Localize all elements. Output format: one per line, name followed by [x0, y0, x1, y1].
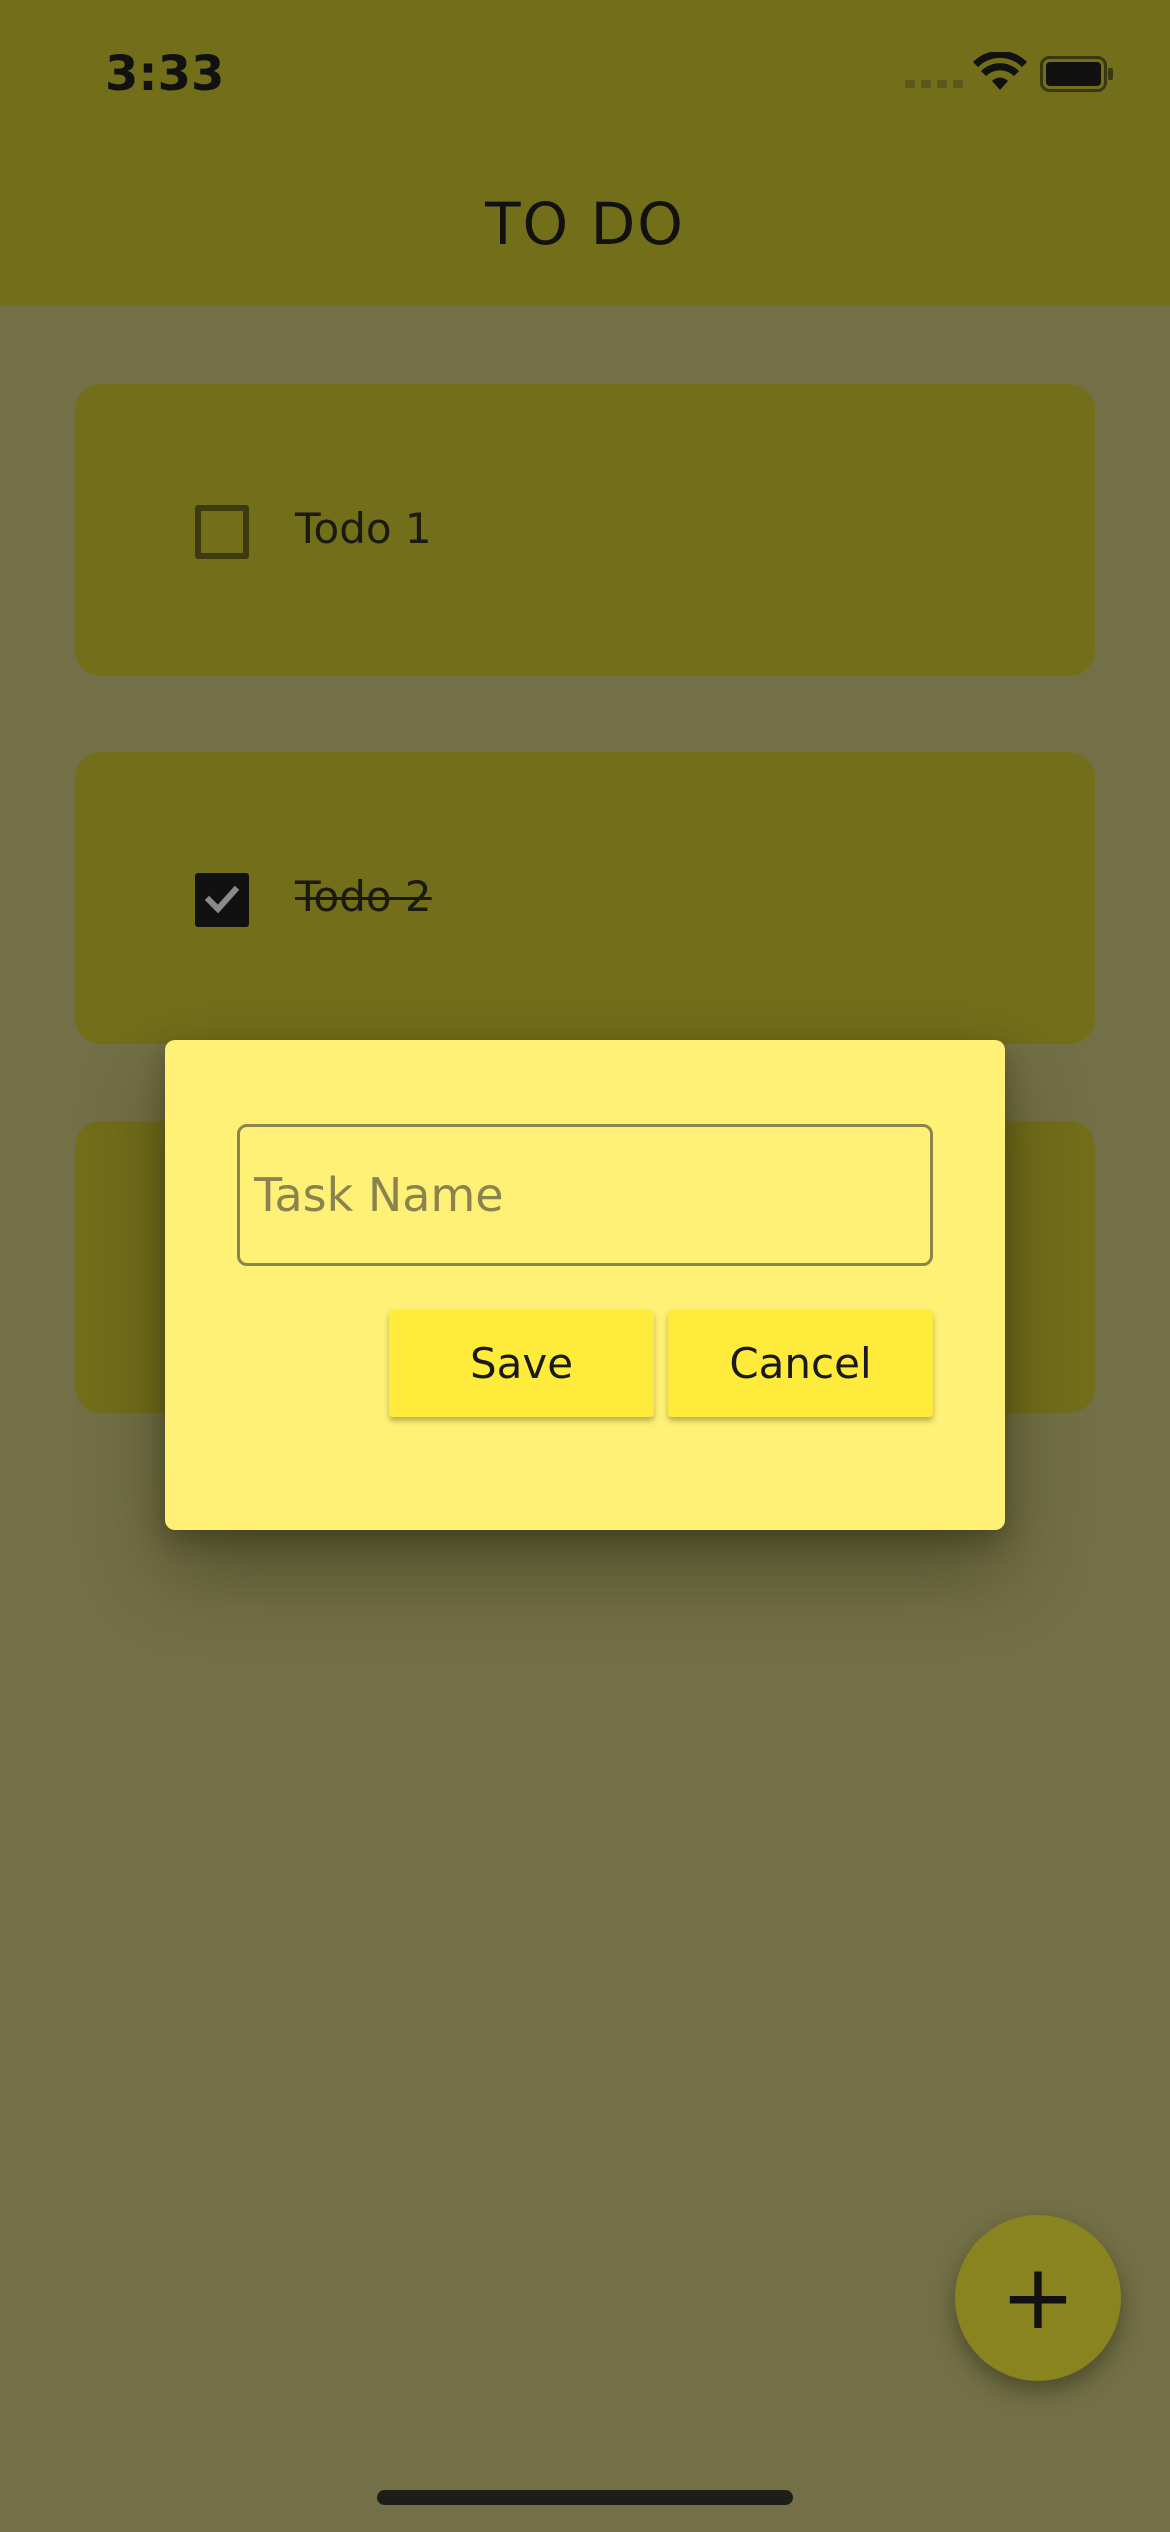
battery-icon — [1040, 56, 1113, 92]
page-title: TO DO — [485, 190, 685, 258]
add-task-dialog: Save Cancel — [165, 1040, 1005, 1530]
save-button[interactable]: Save — [389, 1310, 654, 1417]
add-task-button[interactable]: + — [955, 2215, 1121, 2381]
todo-checkbox-checked[interactable] — [195, 873, 249, 927]
wifi-icon — [973, 52, 1027, 90]
todo-checkbox[interactable] — [195, 505, 249, 559]
app-bar: 3:33 TO DO — [0, 0, 1170, 306]
cellular-signal-icon — [905, 80, 963, 88]
checkmark-icon — [204, 885, 240, 914]
todo-label: Todo 2 — [295, 872, 432, 921]
home-indicator[interactable] — [377, 2490, 793, 2505]
cancel-button[interactable]: Cancel — [668, 1310, 933, 1417]
todo-card: Todo 1 — [75, 384, 1095, 676]
todo-label: Todo 1 — [295, 504, 432, 553]
todo-card: Todo 2 — [75, 752, 1095, 1044]
status-time: 3:33 — [105, 46, 225, 102]
task-name-input[interactable] — [237, 1124, 933, 1266]
